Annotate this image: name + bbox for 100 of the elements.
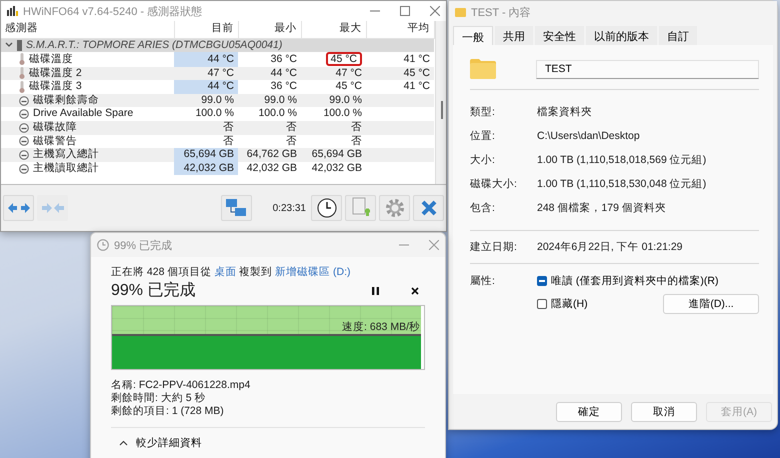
tab[interactable]: 以前的版本 — [586, 26, 657, 45]
current-value: 44 °C — [208, 52, 234, 65]
attribute-checkbox[interactable]: 隱藏(H) — [537, 297, 588, 311]
property-value: 檔案資料夾 — [537, 105, 592, 119]
min-value: 100.0 % — [258, 107, 297, 120]
detail-line: 剩餘時間: 大約 5 秒 — [111, 392, 207, 404]
window-title: 99% 已完成 — [114, 238, 174, 252]
copy-summary: 正在將 428 個項目從 桌面 複製到 新增磁碟區 (D:) — [111, 265, 352, 279]
clock-icon — [97, 239, 109, 251]
scrollbar[interactable] — [434, 21, 446, 184]
double-arrow-icon — [42, 203, 64, 213]
property-label: 建立日期: — [470, 240, 518, 254]
current-value: 65,694 GB — [184, 148, 234, 160]
sensor-name: 磁碟溫度 2 — [29, 66, 82, 80]
close-icon[interactable] — [430, 6, 440, 16]
window-title: TEST - 內容 — [471, 6, 532, 20]
max-value: 否 — [351, 134, 362, 147]
chevron-down-icon[interactable] — [5, 42, 13, 48]
property-label: 屬性: — [470, 274, 496, 289]
thermometer-icon — [19, 67, 25, 80]
sensor-name: 磁碟故障 — [33, 121, 77, 135]
double-arrow-icon — [8, 203, 30, 213]
property-value: 1.00 TB (1,110,518,530,048 位元組) — [537, 177, 706, 191]
tab[interactable]: 共用 — [495, 26, 533, 45]
dialog-button[interactable]: 確定 — [556, 402, 622, 422]
close-icon[interactable] — [429, 240, 439, 250]
gauge-icon — [19, 164, 29, 174]
folder-icon — [455, 8, 466, 16]
tab[interactable]: 自訂 — [659, 26, 697, 45]
gauge-icon — [19, 109, 29, 120]
detail-line: 剩餘的項目: 1 (728 MB) — [111, 405, 225, 417]
tab[interactable]: 一般 — [453, 26, 493, 45]
min-value: 64,762 GB — [246, 148, 297, 160]
max-value: 65,694 GB — [312, 148, 362, 160]
clock-button[interactable] — [311, 195, 342, 221]
drive-icon — [17, 40, 22, 51]
pause-icon — [372, 286, 379, 294]
folder-link[interactable]: 新增磁碟區 (D:) — [275, 266, 351, 278]
expand-columns-button[interactable] — [3, 195, 34, 221]
sensor-name: 磁碟溫度 3 — [29, 80, 82, 94]
max-value: 42,032 GB — [312, 162, 362, 174]
current-value: 99.0 % — [201, 94, 234, 106]
advanced-button[interactable]: 進階(D)... — [663, 294, 759, 314]
maximize-icon[interactable] — [400, 6, 410, 16]
min-value: 44 °C — [270, 66, 297, 79]
name-field[interactable]: TEST — [536, 60, 759, 78]
progress-heading: 99% 已完成 — [111, 280, 196, 301]
window-title: HWiNFO64 v7.64-5240 - 感測器狀態 — [23, 4, 204, 18]
speed-label: 速度: 683 MB/秒 — [342, 320, 420, 334]
current-value: 44 °C — [208, 80, 234, 92]
settings-icon — [384, 198, 404, 218]
column-header[interactable]: 平均 — [408, 22, 430, 34]
elapsed-time: 0:23:31 — [272, 202, 306, 214]
current-value: 100.0 % — [195, 107, 234, 120]
dialog-button[interactable]: 取消 — [631, 402, 697, 422]
max-value: 99.0 % — [329, 94, 362, 106]
current-value: 否 — [223, 121, 234, 134]
current-value: 否 — [223, 134, 234, 147]
document-plus-icon — [352, 197, 370, 219]
property-label: 磁碟大小: — [470, 177, 518, 191]
average-value: 45 °C — [404, 66, 430, 79]
max-value: 45 °C — [336, 80, 362, 92]
thermometer-icon — [19, 81, 25, 94]
column-header[interactable]: 感測器 — [5, 22, 38, 34]
average-value: 41 °C — [404, 80, 430, 92]
sensor-name: 磁碟剩餘壽命 — [33, 94, 99, 108]
column-header[interactable]: 最大 — [340, 22, 362, 34]
tab[interactable]: 安全性 — [535, 26, 584, 45]
detail-line: 名稱: FC2-PPV-4061228.mp4 — [111, 379, 252, 391]
details-toggle[interactable]: 較少詳細資料 — [119, 436, 202, 450]
min-value: 否 — [286, 134, 297, 147]
max-value: 100.0 % — [323, 107, 362, 120]
close-icon — [420, 200, 436, 216]
folder-link[interactable]: 桌面 — [214, 266, 236, 278]
network-button[interactable] — [220, 195, 252, 221]
app-logo-icon — [7, 6, 18, 16]
attribute-checkbox[interactable]: 唯讀 (僅套用到資料夾中的檔案)(R) — [537, 274, 759, 288]
property-value: 2024年6月22日, 下午 01:21:29 — [537, 240, 683, 254]
average-value: 41 °C — [404, 52, 430, 65]
group-label: S.M.A.R.T.: TOPMORE ARIES (DTMCBGU05AQ0041) — [26, 38, 282, 52]
min-value: 36 °C — [270, 80, 297, 92]
max-value: 否 — [351, 121, 362, 134]
settings-button[interactable] — [379, 195, 410, 221]
sensor-name: 主機讀取總計 — [33, 162, 99, 176]
property-value: 1.00 TB (1,110,518,018,569 位元組) — [537, 153, 706, 167]
close-button[interactable] — [413, 195, 444, 221]
min-value: 否 — [286, 121, 297, 134]
column-header[interactable]: 最小 — [274, 22, 296, 34]
chevron-up-icon — [119, 440, 128, 446]
min-value: 99.0 % — [264, 94, 297, 106]
column-header[interactable]: 目前 — [212, 22, 234, 34]
min-value: 42,032 GB — [246, 162, 297, 174]
sensor-name: 磁碟警告 — [33, 134, 77, 148]
thermometer-icon — [19, 53, 25, 66]
network-icon — [225, 198, 248, 218]
sensor-name: 主機寫入總計 — [33, 148, 99, 162]
property-label: 位置: — [470, 129, 496, 143]
folder-icon — [470, 59, 496, 79]
property-value: 248 個檔案，179 個資料夾 — [537, 201, 666, 215]
property-label: 類型: — [470, 105, 496, 119]
